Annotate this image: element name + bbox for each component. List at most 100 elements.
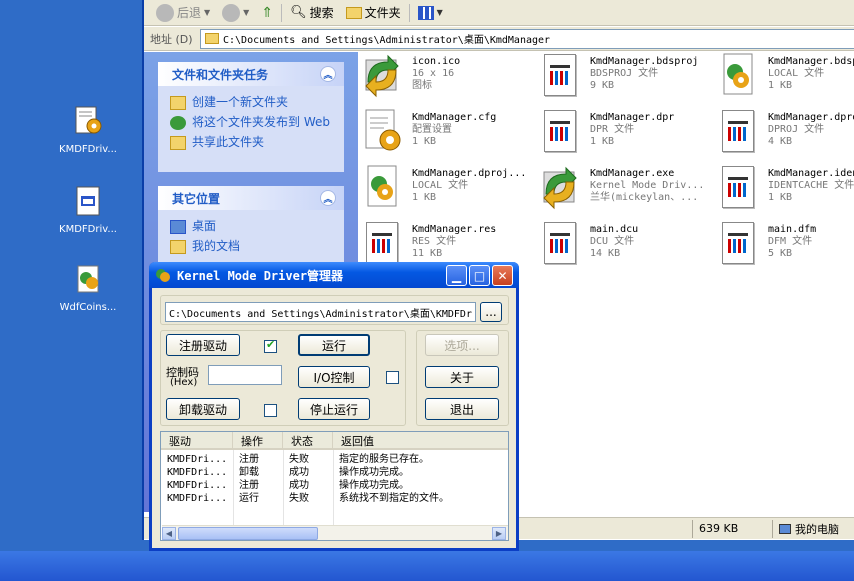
file-item[interactable]: main.dcu DCU 文件 14 KB xyxy=(538,220,716,272)
file-item[interactable]: KmdManager.dpr DPR 文件 1 KB xyxy=(538,108,716,160)
stop-button[interactable]: 停止运行 xyxy=(298,398,370,420)
file-item[interactable]: KmdManager.dproj... LOCAL 文件 1 KB xyxy=(360,164,538,216)
file-tasks-header[interactable]: 文件和文件夹任务 ︽ xyxy=(158,62,344,86)
collapse-chevron-icon[interactable]: ︽ xyxy=(320,190,336,206)
file-details: KmdManager.bdsproj BDSPROJ 文件 9 KB xyxy=(590,52,698,104)
place-desktop[interactable]: 桌面 xyxy=(158,216,344,236)
close-icon: ✕ xyxy=(497,268,508,283)
document-icon xyxy=(716,220,760,266)
io-control-button[interactable]: I/O控制 xyxy=(298,366,370,388)
file-item[interactable]: KmdManager.cfg 配置设置 1 KB xyxy=(360,108,538,160)
unload-checkbox[interactable] xyxy=(264,404,277,417)
driver-path-input[interactable]: C:\Documents and Settings\Administrator\… xyxy=(165,302,476,322)
browse-button[interactable]: ... xyxy=(480,302,502,322)
task-label: 将这个文件夹发布到 Web xyxy=(192,115,330,129)
hex-label: (Hex) xyxy=(170,377,198,388)
file-item[interactable]: KmdManager.exe Kernel Mode Driv... 兰华(mick… xyxy=(538,164,716,216)
maximize-icon: □ xyxy=(473,268,486,283)
file-type: DPROJ 文件 xyxy=(768,124,825,135)
file-item[interactable]: KmdManager.bdsproj BDSPROJ 文件 9 KB xyxy=(538,52,716,104)
file-item[interactable]: KmdManager.bdsproj.localLOCAL 文件1 KB xyxy=(716,52,854,104)
up-folder-button[interactable]: ⇑ xyxy=(257,2,277,24)
column-return[interactable]: 返回值 xyxy=(333,432,508,450)
address-label: 地址 (D) xyxy=(150,32,193,46)
file-size: 1 KB xyxy=(412,192,437,203)
register-driver-button[interactable]: 注册驱动 xyxy=(166,334,240,356)
app-gear-icon xyxy=(155,267,171,283)
control-code-input[interactable] xyxy=(208,365,282,385)
log-row[interactable]: KMDFDri... 运行 失败 系统找不到指定的文件。 xyxy=(161,492,501,505)
file-name: icon.ico xyxy=(412,56,461,67)
desktop-icon-label: KMDFDriv... xyxy=(59,144,117,155)
desktop-icon-kmdf-config[interactable]: KMDFDriv... xyxy=(50,106,126,155)
task-publish-web[interactable]: 将这个文件夹发布到 Web xyxy=(158,112,344,132)
config-file-icon xyxy=(360,108,404,154)
about-button[interactable]: 关于 xyxy=(425,366,499,388)
documents-folder-icon xyxy=(170,240,186,254)
views-button[interactable]: ▼ xyxy=(414,2,447,24)
log-action: 注册 xyxy=(239,480,259,491)
file-item[interactable]: KmdManager.dprojDPROJ 文件4 KB xyxy=(716,108,854,160)
desktop-icon-wdfcoins[interactable]: WdfCoins... xyxy=(50,264,126,313)
unload-driver-button[interactable]: 卸载驱动 xyxy=(166,398,240,420)
minimize-button[interactable]: ▁ xyxy=(446,265,467,286)
run-button[interactable]: 运行 xyxy=(298,334,370,356)
log-row[interactable]: KMDFDri... 注册 失败 指定的服务已存在。 xyxy=(161,453,501,466)
log-row[interactable]: KMDFDri... 卸载 成功 操作成功完成。 xyxy=(161,466,501,479)
file-details: KmdManager.dproj... LOCAL 文件 1 KB xyxy=(412,164,526,216)
register-checkbox[interactable] xyxy=(264,338,277,353)
exit-button[interactable]: 退出 xyxy=(425,398,499,420)
io-control-checkbox[interactable] xyxy=(386,371,399,384)
search-button[interactable]: 🔍︎ 搜索 xyxy=(286,2,338,24)
address-input[interactable]: C:\Documents and Settings\Administrator\… xyxy=(200,28,854,49)
kmd-manager-dialog: Kernel Mode Driver管理器 ▁ □ ✕ C:\Documents… xyxy=(149,262,519,551)
task-share-folder[interactable]: 共享此文件夹 xyxy=(158,132,344,152)
maximize-button[interactable]: □ xyxy=(469,265,490,286)
other-places-header[interactable]: 其它位置 ︽ xyxy=(158,186,344,210)
folders-button[interactable]: 文件夹 xyxy=(342,2,405,24)
desktop-icon-kmdf-app[interactable]: KMDFDriv... xyxy=(50,186,126,235)
scroll-thumb[interactable] xyxy=(178,527,318,540)
place-my-documents[interactable]: 我的文档 xyxy=(158,236,344,256)
new-folder-icon xyxy=(170,96,186,110)
toolbar-separator xyxy=(281,3,283,22)
scroll-left-icon[interactable]: ◀ xyxy=(162,527,176,540)
file-name: KmdManager.bdsproj.local xyxy=(768,56,854,67)
dialog-titlebar[interactable]: Kernel Mode Driver管理器 ▁ □ ✕ xyxy=(149,262,519,288)
file-item[interactable]: KmdManager.identcacheIDENTCACHE 文件1 KB xyxy=(716,164,854,216)
file-item[interactable]: icon.ico 16 x 16 图标 xyxy=(360,52,538,104)
log-status: 失败 xyxy=(289,493,309,504)
back-label: 后退 xyxy=(177,6,202,20)
back-button[interactable]: 后退 ▼ xyxy=(152,2,214,24)
file-item[interactable]: main.dfm DFM 文件 5 KB xyxy=(716,220,854,272)
file-type: 配置设置 xyxy=(412,124,452,135)
column-driver[interactable]: 驱动 xyxy=(161,432,233,450)
task-new-folder[interactable]: 创建一个新文件夹 xyxy=(158,92,344,112)
document-icon xyxy=(360,220,404,266)
file-type: Kernel Mode Driv... xyxy=(590,180,705,191)
file-type: LOCAL 文件 xyxy=(768,68,825,79)
task-label: 共享此文件夹 xyxy=(192,135,265,149)
log-row[interactable]: KMDFDri... 注册 成功 操作成功完成。 xyxy=(161,479,501,492)
file-size: 兰华(mickeylan、... xyxy=(590,192,699,203)
horizontal-scrollbar[interactable]: ◀ ▶ xyxy=(162,525,508,540)
forward-button[interactable]: ▼ xyxy=(218,2,253,24)
column-status[interactable]: 状态 xyxy=(283,432,333,450)
log-driver: KMDFDri... xyxy=(167,480,228,491)
views-grid-icon xyxy=(417,5,434,20)
place-label: 桌面 xyxy=(192,219,217,233)
operation-log-list[interactable]: 驱动 操作 状态 返回值 KMDFDri... 注册 失败 指定的服务已存在。 KMDF… xyxy=(160,431,509,541)
scroll-right-icon[interactable]: ▶ xyxy=(492,527,506,540)
collapse-chevron-icon[interactable]: ︽ xyxy=(320,66,336,82)
search-icon: 🔍︎ xyxy=(290,5,307,20)
chevron-down-icon: ▼ xyxy=(204,8,211,17)
file-details: main.dfm DFM 文件 5 KB xyxy=(768,220,816,272)
column-action[interactable]: 操作 xyxy=(233,432,283,450)
desktop-icon xyxy=(170,220,186,234)
log-action: 运行 xyxy=(239,493,259,504)
file-size: 1 KB xyxy=(768,192,793,203)
computer-icon xyxy=(779,523,791,534)
file-size: 5 KB xyxy=(768,248,793,259)
close-button[interactable]: ✕ xyxy=(492,265,513,286)
file-type: LOCAL 文件 xyxy=(412,180,469,191)
